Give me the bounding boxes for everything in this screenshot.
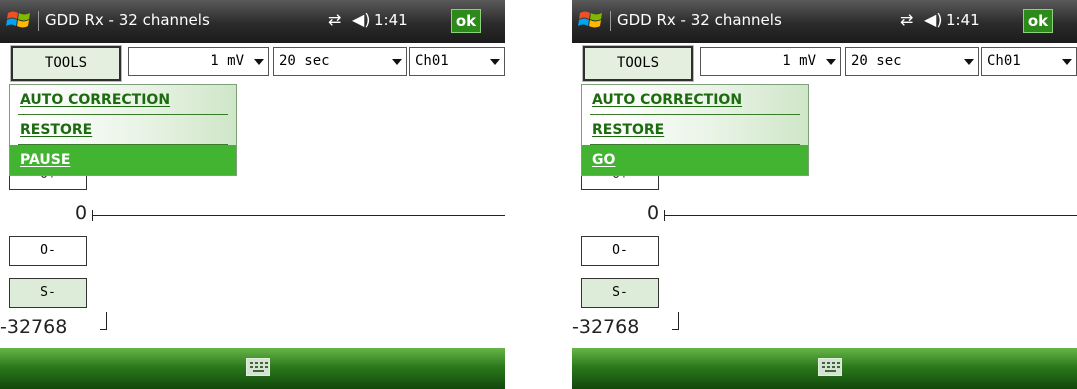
window-title: GDD Rx - 32 channels <box>617 11 782 29</box>
menu-item-toggle[interactable]: PAUSE <box>10 145 236 175</box>
chevron-down-icon <box>964 59 974 65</box>
menu-item-auto-correction[interactable]: AUTO CORRECTION <box>10 85 236 115</box>
title-separator <box>38 11 39 31</box>
menu-item-toggle[interactable]: GO <box>582 145 808 175</box>
chevron-down-icon <box>392 59 402 65</box>
scale-minus-button[interactable]: S- <box>9 278 87 308</box>
connectivity-icon[interactable]: ⇄ <box>328 11 341 29</box>
tools-button[interactable]: TOOLS <box>10 45 122 82</box>
clock[interactable]: 1:41 <box>374 11 408 29</box>
menu-item-restore[interactable]: RESTORE <box>582 115 808 145</box>
toolbar: TOOLS 1 mV 20 sec Ch01 <box>0 43 505 82</box>
speaker-icon[interactable]: ◀) <box>352 10 371 30</box>
zero-baseline <box>664 215 1077 216</box>
tools-button[interactable]: TOOLS <box>582 45 694 82</box>
plot-left-bracket <box>100 312 107 330</box>
scale-value: 1 mV <box>782 53 816 69</box>
ok-button[interactable]: ok <box>451 9 481 33</box>
scale-dropdown[interactable]: 1 mV <box>700 47 841 76</box>
tools-menu: AUTO CORRECTION RESTORE PAUSE <box>9 84 237 176</box>
time-dropdown[interactable]: 20 sec <box>273 47 407 76</box>
zero-baseline <box>92 215 505 216</box>
tools-menu: AUTO CORRECTION RESTORE GO <box>581 84 809 176</box>
connectivity-icon[interactable]: ⇄ <box>900 11 913 29</box>
channel-value: Ch01 <box>415 53 449 69</box>
windows-start-icon[interactable] <box>578 7 604 33</box>
menu-item-restore[interactable]: RESTORE <box>10 115 236 145</box>
chevron-down-icon <box>1062 59 1072 65</box>
scale-value: 1 mV <box>210 53 244 69</box>
window-title: GDD Rx - 32 channels <box>45 11 210 29</box>
title-separator <box>610 11 611 31</box>
ok-button[interactable]: ok <box>1023 9 1053 33</box>
keyboard-icon[interactable] <box>818 358 842 376</box>
title-bar: GDD Rx - 32 channels ⇄ ◀) 1:41 ok <box>572 0 1077 43</box>
channel-dropdown[interactable]: Ch01 <box>981 47 1077 76</box>
scale-minus-button[interactable]: S- <box>581 278 659 308</box>
min-axis-label: -32768 <box>0 316 68 338</box>
device-screen-right: GDD Rx - 32 channels ⇄ ◀) 1:41 ok TOOLS … <box>572 0 1077 389</box>
speaker-icon[interactable]: ◀) <box>924 10 943 30</box>
offset-minus-button[interactable]: O- <box>581 236 659 266</box>
chevron-down-icon <box>490 59 500 65</box>
time-value: 20 sec <box>279 53 330 69</box>
windows-start-icon[interactable] <box>6 7 32 33</box>
keyboard-icon[interactable] <box>246 358 270 376</box>
chevron-down-icon <box>826 59 836 65</box>
bottom-bar <box>572 348 1077 389</box>
zero-axis-label: 0 <box>75 202 88 224</box>
time-value: 20 sec <box>851 53 902 69</box>
bottom-bar <box>0 348 505 389</box>
channel-value: Ch01 <box>987 53 1021 69</box>
clock[interactable]: 1:41 <box>946 11 980 29</box>
menu-item-auto-correction[interactable]: AUTO CORRECTION <box>582 85 808 115</box>
time-dropdown[interactable]: 20 sec <box>845 47 979 76</box>
toolbar: TOOLS 1 mV 20 sec Ch01 <box>572 43 1077 82</box>
chevron-down-icon <box>254 59 264 65</box>
scale-dropdown[interactable]: 1 mV <box>128 47 269 76</box>
channel-dropdown[interactable]: Ch01 <box>409 47 505 76</box>
offset-minus-button[interactable]: O- <box>9 236 87 266</box>
zero-axis-label: 0 <box>647 202 660 224</box>
min-axis-label: -32768 <box>572 316 640 338</box>
plot-left-bracket <box>672 312 679 330</box>
title-bar: GDD Rx - 32 channels ⇄ ◀) 1:41 ok <box>0 0 505 43</box>
device-screen-left: GDD Rx - 32 channels ⇄ ◀) 1:41 ok TOOLS … <box>0 0 505 389</box>
